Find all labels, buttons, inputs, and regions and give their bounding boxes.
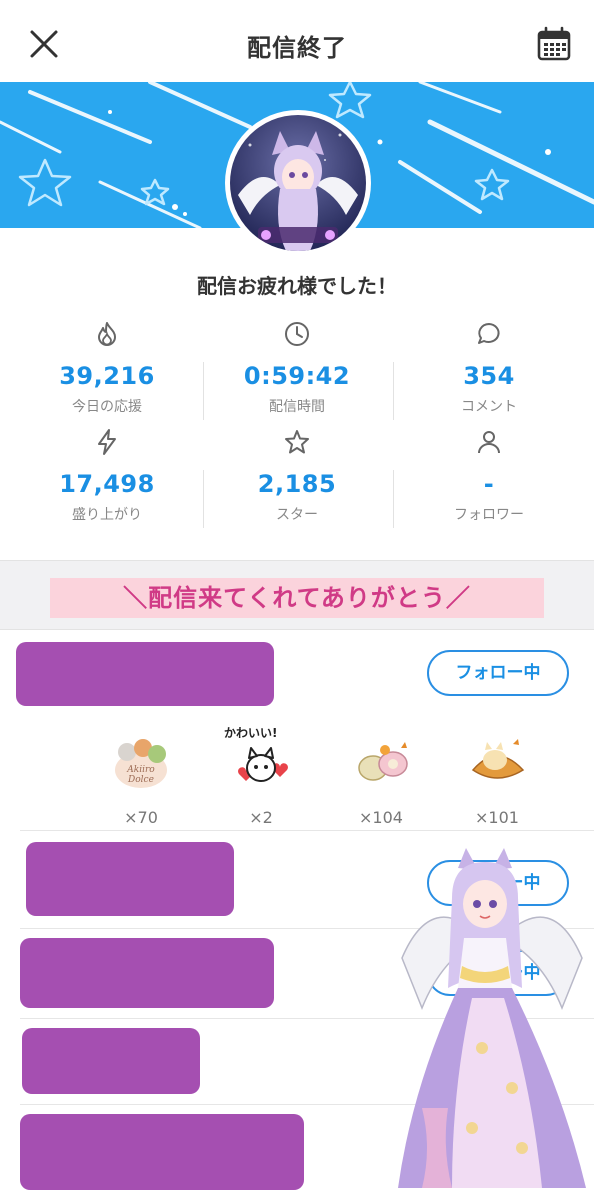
calendar-icon[interactable] bbox=[536, 26, 572, 62]
redacted-username bbox=[16, 642, 274, 706]
stat-value: 2,185 bbox=[257, 470, 337, 498]
stat-value: 0:59:42 bbox=[243, 362, 351, 390]
section-separator: ＼配信来てくれてありがとう／ bbox=[0, 560, 594, 630]
redacted-username bbox=[22, 1028, 200, 1094]
star-icon bbox=[285, 430, 309, 454]
clock-icon bbox=[285, 322, 309, 346]
gift-sticker-image bbox=[358, 742, 408, 781]
thanks-message: 配信お疲れ様でした！ bbox=[197, 274, 397, 298]
divider bbox=[203, 362, 204, 420]
redacted-username bbox=[20, 1114, 304, 1190]
lightning-icon bbox=[98, 429, 116, 455]
gift-count: ×2 bbox=[249, 808, 273, 827]
row-divider bbox=[20, 830, 594, 831]
user-icon bbox=[478, 431, 500, 454]
gift-item: ×101 bbox=[452, 730, 542, 827]
stat-label: スター bbox=[276, 507, 318, 523]
stat-label: 配信時間 bbox=[269, 399, 325, 415]
stat-stream-time: 0:59:42 配信時間 bbox=[198, 320, 396, 416]
stat-daily-support: 39,216 今日の応援 bbox=[8, 320, 206, 416]
gift-count: ×70 bbox=[124, 808, 158, 827]
character-illustration bbox=[398, 848, 586, 1188]
stat-value: 17,498 bbox=[59, 470, 155, 498]
following-button[interactable]: フォロー中 bbox=[427, 650, 569, 696]
gift-count: ×101 bbox=[475, 808, 519, 827]
gift-sticker-image bbox=[471, 739, 525, 779]
redacted-username bbox=[26, 842, 234, 916]
stat-label: 今日の応援 bbox=[72, 399, 142, 415]
top-bar: 配信終了 bbox=[0, 0, 594, 82]
gift-item: かわいい! ×2 bbox=[216, 726, 306, 827]
redacted-username bbox=[20, 938, 274, 1008]
divider bbox=[393, 470, 394, 528]
svg-text:Dolce: Dolce bbox=[127, 775, 154, 785]
stat-value: 39,216 bbox=[59, 362, 155, 390]
stat-comments: 354 コメント bbox=[390, 320, 588, 416]
stat-value: 354 bbox=[463, 362, 515, 390]
stat-followers: - フォロワー bbox=[390, 428, 588, 524]
comment-icon bbox=[478, 323, 500, 344]
stat-excitement: 17,498 盛り上がり bbox=[8, 428, 206, 524]
flame-icon bbox=[98, 322, 116, 346]
page-title: 配信終了 bbox=[247, 34, 347, 62]
gift-item: Akiiro Dolce ×70 bbox=[96, 730, 186, 827]
gift-caption: かわいい! bbox=[224, 726, 278, 740]
gift-sticker-image: Akiiro Dolce bbox=[115, 739, 167, 788]
stat-stars: 2,185 スター bbox=[198, 428, 396, 524]
stat-value: - bbox=[483, 470, 495, 498]
gift-count: ×104 bbox=[359, 808, 403, 827]
avatar-image bbox=[230, 115, 366, 251]
stat-label: フォロワー bbox=[454, 507, 524, 523]
divider bbox=[203, 470, 204, 528]
stat-label: コメント bbox=[461, 399, 517, 415]
divider bbox=[393, 362, 394, 420]
stat-label: 盛り上がり bbox=[72, 507, 142, 523]
gift-item: ×104 bbox=[336, 730, 426, 827]
svg-text:Akiiro: Akiiro bbox=[126, 765, 155, 775]
thanks-ribbon: ＼配信来てくれてありがとう／ bbox=[50, 578, 544, 618]
avatar bbox=[225, 110, 371, 256]
